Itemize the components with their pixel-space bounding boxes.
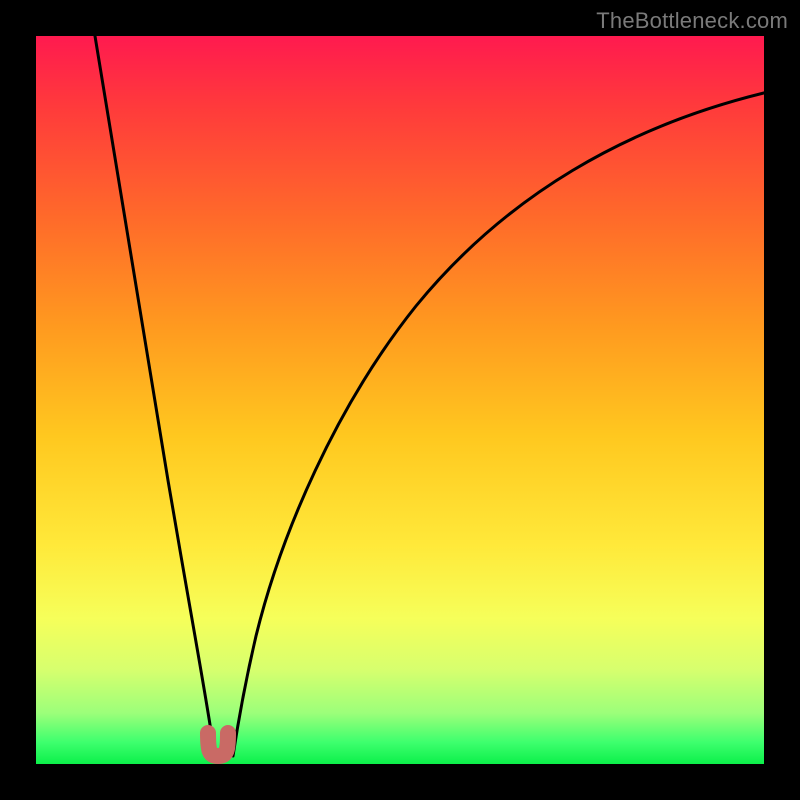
optimal-marker	[208, 733, 228, 756]
chart-svg	[36, 36, 764, 764]
chart-frame: TheBottleneck.com	[0, 0, 800, 800]
chart-plot-area	[36, 36, 764, 764]
watermark-text: TheBottleneck.com	[596, 8, 788, 34]
bottleneck-curve-right	[233, 92, 764, 756]
bottleneck-curve-left	[94, 36, 215, 756]
